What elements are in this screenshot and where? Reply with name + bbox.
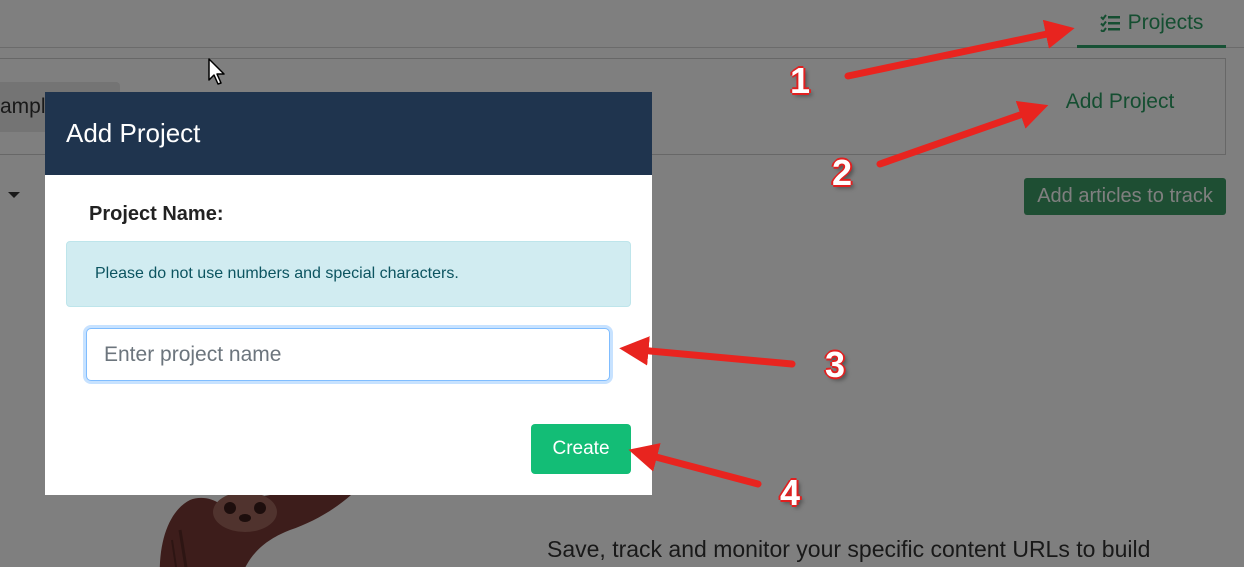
mouse-cursor-icon (208, 58, 225, 85)
annotation-number-3: 3 (825, 344, 846, 385)
annotation-number-4: 4 (780, 472, 801, 513)
project-name-input[interactable] (86, 328, 610, 381)
modal-title: Add Project (45, 92, 652, 175)
annotation-number-2: 2 (832, 152, 853, 193)
info-alert: Please do not use numbers and special ch… (66, 241, 631, 307)
annotation-number-1: 1 (790, 60, 811, 101)
create-button[interactable]: Create (531, 424, 631, 474)
add-project-modal: Add Project Project Name: Please do not … (45, 92, 652, 495)
project-name-label: Project Name: (89, 203, 224, 225)
